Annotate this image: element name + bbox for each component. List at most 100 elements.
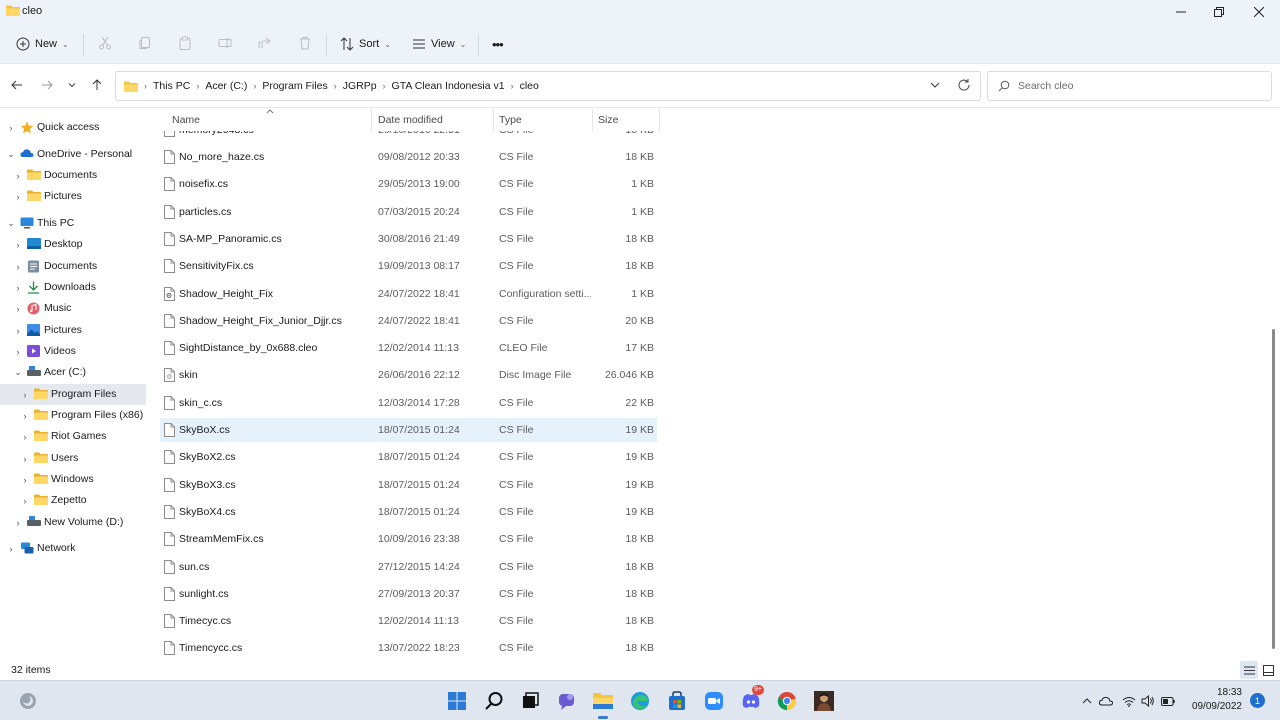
recent-locations-button[interactable]: [63, 76, 81, 94]
large-icons-view-button[interactable]: [1259, 661, 1277, 679]
zoom-button[interactable]: [702, 689, 726, 713]
file-row[interactable]: noisefix.cs 29/05/2013 19:00 CS File 1 KB: [160, 172, 657, 196]
file-row[interactable]: SensitivityFix.cs 19/09/2013 08:17 CS File…: [160, 254, 657, 278]
show-hidden-icons-button[interactable]: [1079, 693, 1095, 709]
address-history-button[interactable]: [930, 80, 940, 93]
column-name[interactable]: Name: [172, 114, 200, 126]
file-row[interactable]: Timencycc.cs 13/07/2022 18:23 CS File 18 KB: [160, 636, 657, 660]
file-row[interactable]: SkyBoX4.cs 18/07/2015 01:24 CS File 19 KB: [160, 500, 657, 524]
chevron-right-icon[interactable]: ›: [6, 123, 16, 133]
column-date-modified[interactable]: Date modified: [378, 114, 443, 126]
chevron-right-icon[interactable]: ›: [332, 81, 339, 91]
chevron-down-icon[interactable]: ⌄: [6, 218, 16, 229]
chevron-right-icon[interactable]: ›: [194, 81, 201, 91]
search-input[interactable]: [1018, 78, 1258, 94]
file-row[interactable]: skin_c.cs 12/03/2014 17:28 CS File 22 KB: [160, 391, 657, 415]
close-button[interactable]: [1240, 0, 1278, 24]
chevron-right-icon[interactable]: ›: [13, 283, 23, 293]
sidebar-item[interactable]: › New Volume (D:): [0, 512, 146, 533]
rename-button[interactable]: [216, 34, 234, 52]
chevron-right-icon[interactable]: ›: [13, 326, 23, 336]
file-row[interactable]: SkyBoX.cs 18/07/2015 01:24 CS File 19 KB: [160, 418, 657, 442]
sidebar-item[interactable]: ⌄ This PC: [0, 213, 146, 234]
chevron-right-icon[interactable]: ›: [251, 81, 258, 91]
sidebar-item[interactable]: › Music: [0, 298, 146, 319]
sidebar-item[interactable]: › Program Files (x86): [0, 405, 146, 426]
sidebar-item[interactable]: ⌄ Acer (C:): [0, 362, 146, 383]
task-view-button[interactable]: [518, 689, 542, 713]
chevron-right-icon[interactable]: ›: [13, 518, 23, 528]
breadcrumb-acer-c[interactable]: Acer (C:): [201, 80, 251, 92]
sidebar-item[interactable]: › Network: [0, 538, 146, 559]
sidebar-item[interactable]: › Documents: [0, 165, 146, 186]
volume-tray-icon[interactable]: [1140, 693, 1156, 709]
delete-button[interactable]: [296, 34, 314, 52]
chevron-right-icon[interactable]: ›: [20, 496, 30, 506]
breadcrumb-program-files[interactable]: Program Files: [258, 80, 331, 92]
file-row[interactable]: SA-MP_Panoramic.cs 30/08/2016 21:49 CS Fil…: [160, 227, 657, 251]
share-button[interactable]: [256, 34, 274, 52]
file-row[interactable]: sun.cs 27/12/2015 14:24 CS File 18 KB: [160, 555, 657, 579]
address-bar[interactable]: › This PC › Acer (C:) › Program Files › …: [115, 71, 981, 101]
chevron-down-icon[interactable]: ⌄: [6, 149, 16, 160]
view-button[interactable]: View ⌄: [412, 33, 466, 55]
chevron-right-icon[interactable]: ›: [509, 81, 516, 91]
chevron-right-icon[interactable]: ›: [20, 390, 30, 400]
chat-button[interactable]: [555, 689, 579, 713]
cut-button[interactable]: [96, 34, 114, 52]
chevron-right-icon[interactable]: ›: [20, 432, 30, 442]
clock[interactable]: 18:33 09/09/2022: [1188, 686, 1242, 714]
chevron-right-icon[interactable]: ›: [13, 304, 23, 314]
breadcrumb-this-pc[interactable]: This PC: [149, 80, 194, 92]
minimize-button[interactable]: [1162, 0, 1200, 24]
sidebar-item[interactable]: › Zepetto: [0, 490, 146, 511]
battery-tray-icon[interactable]: [1160, 693, 1176, 709]
sidebar-item[interactable]: ⌄ OneDrive - Personal: [0, 144, 146, 165]
sidebar-item[interactable]: › Users: [0, 448, 146, 469]
copy-button[interactable]: [136, 34, 154, 52]
chevron-right-icon[interactable]: ›: [13, 347, 23, 357]
chrome-button[interactable]: [775, 689, 799, 713]
edge-button[interactable]: [628, 689, 652, 713]
more-options-button[interactable]: •••: [492, 33, 504, 55]
chevron-right-icon[interactable]: ›: [20, 411, 30, 421]
chevron-right-icon[interactable]: ›: [381, 81, 388, 91]
search-box[interactable]: [987, 71, 1272, 101]
sidebar-item[interactable]: › Desktop: [0, 234, 146, 255]
up-button[interactable]: [88, 76, 106, 94]
chevron-right-icon[interactable]: ›: [20, 475, 30, 485]
chevron-right-icon[interactable]: ›: [6, 544, 16, 554]
breadcrumb-jgrpp[interactable]: JGRPp: [339, 80, 381, 92]
sidebar-item[interactable]: › Riot Games: [0, 426, 146, 447]
column-divider[interactable]: [493, 109, 494, 131]
file-row[interactable]: SkyBoX3.cs 18/07/2015 01:24 CS File 19 KB: [160, 473, 657, 497]
wifi-tray-icon[interactable]: [1121, 693, 1137, 709]
chevron-right-icon[interactable]: ›: [13, 262, 23, 272]
chevron-right-icon[interactable]: ›: [13, 192, 23, 202]
widgets-button[interactable]: [16, 689, 40, 713]
file-row[interactable]: StreamMemFix.cs 10/09/2016 23:38 CS File 18…: [160, 527, 657, 551]
sidebar-item[interactable]: › Windows: [0, 469, 146, 490]
store-button[interactable]: [665, 689, 689, 713]
column-divider[interactable]: [592, 109, 593, 131]
column-type[interactable]: Type: [499, 114, 522, 126]
maximize-button[interactable]: [1200, 0, 1238, 24]
breadcrumb-gta-clean-indonesia[interactable]: GTA Clean Indonesia v1: [388, 80, 509, 92]
chevron-right-icon[interactable]: ›: [13, 240, 23, 250]
file-row[interactable]: particles.cs 07/03/2015 20:24 CS File 1 KB: [160, 200, 657, 224]
chevron-right-icon[interactable]: ›: [13, 171, 23, 181]
chevron-down-icon[interactable]: ⌄: [13, 367, 23, 378]
sidebar-item[interactable]: › Downloads: [0, 277, 146, 298]
start-button[interactable]: [445, 689, 469, 713]
sidebar-item[interactable]: › Program Files: [0, 384, 146, 405]
sidebar-item[interactable]: › Pictures: [0, 320, 146, 341]
file-row[interactable]: skin 26/06/2016 22:12 Disc Image File 26.04…: [160, 363, 657, 387]
notification-badge[interactable]: 1: [1250, 693, 1265, 708]
sidebar-item[interactable]: › Quick access: [0, 117, 146, 138]
paste-button[interactable]: [176, 34, 194, 52]
forward-button[interactable]: [38, 76, 56, 94]
game-button[interactable]: [812, 689, 836, 713]
breadcrumb-cleo[interactable]: cleo: [516, 80, 543, 92]
discord-button[interactable]: 9+: [739, 685, 764, 713]
chevron-right-icon[interactable]: ›: [20, 454, 30, 464]
